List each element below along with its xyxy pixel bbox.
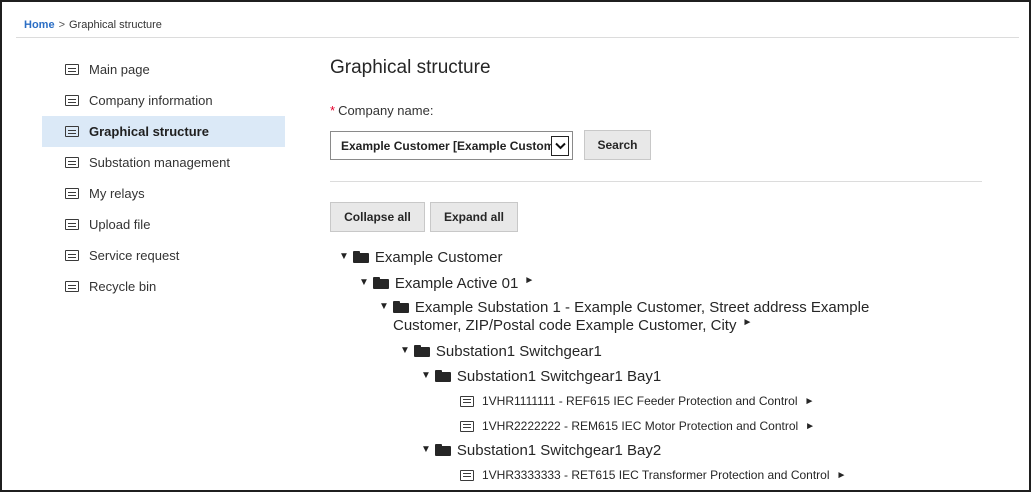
expand-toggle-icon[interactable]: ▼ [379, 301, 389, 312]
main-divider [330, 181, 982, 182]
tree-leaf-relay3[interactable]: 1VHR3333333 - RET615 IEC Transformer Pro… [460, 468, 846, 482]
sidebar-item-label: Substation management [89, 155, 230, 170]
breadcrumb-home-link[interactable]: Home [24, 19, 55, 31]
tree-leaf-label: 1VHR3333333 - RET615 IEC Transformer Pro… [482, 468, 830, 482]
collapse-all-button[interactable]: Collapse all [330, 202, 425, 232]
tree-node-label: Example Active 01 [394, 275, 519, 292]
open-arrow-icon[interactable]: ► [524, 275, 534, 286]
company-name-label: * Company name: [330, 103, 433, 118]
document-icon [65, 250, 79, 261]
breadcrumb-separator: > [58, 19, 65, 31]
folder-icon [413, 345, 430, 357]
sidebar-nav: Main page Company information Graphical … [42, 54, 285, 302]
open-arrow-icon[interactable]: ► [805, 421, 815, 432]
tree-node-bay2[interactable]: ▼ Substation1 Switchgear1 Bay2 [421, 442, 661, 460]
expand-toggle-icon[interactable]: ▼ [359, 277, 369, 288]
sidebar-item-service-request[interactable]: Service request [42, 240, 285, 271]
document-icon [65, 157, 79, 168]
tree-node-customer[interactable]: ▼ Example Customer [339, 249, 502, 267]
document-icon [65, 188, 79, 199]
breadcrumb-current: Graphical structure [69, 19, 162, 31]
sidebar-item-my-relays[interactable]: My relays [42, 178, 285, 209]
sidebar-item-label: Service request [89, 248, 180, 263]
tree-node-label: Substation1 Switchgear1 Bay1 [456, 368, 662, 385]
document-icon [65, 64, 79, 75]
expand-toggle-icon[interactable]: ▼ [421, 370, 431, 381]
required-marker: * [330, 103, 336, 118]
tree-node-substation-continued: Customer, ZIP/Postal code Example Custom… [393, 317, 752, 335]
company-name-select[interactable]: Example Customer [Example Customer] [330, 131, 573, 160]
company-name-select-value: Example Customer [Example Customer] [341, 138, 551, 153]
page-title: Graphical structure [330, 57, 491, 78]
folder-icon [392, 301, 409, 313]
tree-node-switchgear[interactable]: ▼ Substation1 Switchgear1 [400, 343, 602, 361]
sidebar-item-substation-management[interactable]: Substation management [42, 147, 285, 178]
tree-node-label: Example Customer [374, 249, 503, 266]
search-button[interactable]: Search [584, 130, 651, 160]
folder-icon [434, 444, 451, 456]
folder-icon [434, 370, 451, 382]
open-arrow-icon[interactable]: ► [742, 317, 752, 328]
open-arrow-icon[interactable]: ► [837, 470, 847, 481]
sidebar-item-upload-file[interactable]: Upload file [42, 209, 285, 240]
expand-toggle-icon[interactable]: ▼ [400, 345, 410, 356]
sidebar-item-label: Upload file [89, 217, 151, 232]
dropdown-arrow-icon[interactable] [551, 135, 569, 156]
document-icon [460, 420, 474, 432]
tree-node-label: Example Substation 1 - Example Customer,… [415, 299, 869, 317]
document-icon [65, 126, 79, 137]
open-arrow-icon[interactable]: ► [805, 396, 815, 407]
document-icon [460, 469, 474, 481]
tree-leaf-relay1[interactable]: 1VHR1111111 - REF615 IEC Feeder Protecti… [460, 394, 814, 408]
folder-icon [352, 251, 369, 263]
sidebar-item-company-information[interactable]: Company information [42, 85, 285, 116]
document-icon [65, 281, 79, 292]
tree-node-substation[interactable]: ▼ Example Substation 1 - Example Custome… [379, 299, 979, 317]
sidebar-item-main-page[interactable]: Main page [42, 54, 285, 85]
tree-node-label: Substation1 Switchgear1 Bay2 [456, 442, 662, 459]
document-icon [65, 219, 79, 230]
sidebar-item-label: My relays [89, 186, 145, 201]
tree-leaf-relay2[interactable]: 1VHR2222222 - REM615 IEC Motor Protectio… [460, 419, 815, 433]
sidebar-item-label: Recycle bin [89, 279, 157, 294]
document-icon [460, 395, 474, 407]
expand-all-button[interactable]: Expand all [430, 202, 518, 232]
sidebar-item-label: Main page [89, 62, 150, 77]
tree-node-label: Substation1 Switchgear1 [435, 343, 602, 360]
folder-icon [372, 277, 389, 289]
breadcrumb: Home > Graphical structure [24, 19, 162, 31]
header-divider [16, 37, 1019, 38]
document-icon [65, 95, 79, 106]
sidebar-item-label: Company information [89, 93, 213, 108]
tree-node-active[interactable]: ▼ Example Active 01 ► [359, 275, 534, 293]
expand-toggle-icon[interactable]: ▼ [339, 251, 349, 262]
tree-node-label-line1: Example Substation 1 - Example Customer,… [414, 299, 870, 316]
tree-node-bay1[interactable]: ▼ Substation1 Switchgear1 Bay1 [421, 368, 661, 386]
app-frame: Home > Graphical structure Main page Com… [0, 0, 1031, 492]
tree-leaf-label: 1VHR2222222 - REM615 IEC Motor Protectio… [482, 419, 799, 433]
tree-node-label-line2: Customer, ZIP/Postal code Example Custom… [393, 317, 737, 334]
sidebar-item-label: Graphical structure [89, 124, 209, 139]
sidebar-item-graphical-structure[interactable]: Graphical structure [42, 116, 285, 147]
sidebar-item-recycle-bin[interactable]: Recycle bin [42, 271, 285, 302]
tree-leaf-label: 1VHR1111111 - REF615 IEC Feeder Protecti… [482, 394, 798, 408]
expand-toggle-icon[interactable]: ▼ [421, 444, 431, 455]
company-name-label-text: Company name: [338, 103, 434, 118]
